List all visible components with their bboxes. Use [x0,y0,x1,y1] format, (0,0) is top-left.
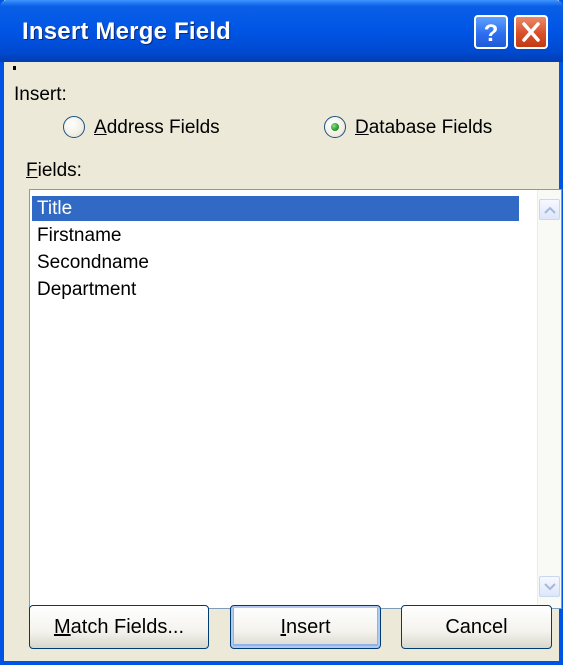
list-item-firstname[interactable]: Firstname [32,223,519,248]
radio-selected-dot [331,123,339,131]
address-fields-radio[interactable] [63,116,85,138]
fields-label: Fields: [26,160,82,182]
cancel-button[interactable]: Cancel [401,605,552,649]
insert-label-rest: nsert [286,615,331,638]
insert-label: Insert: [14,84,67,105]
arrow-down-icon [544,583,556,591]
fields-listbox[interactable]: Title Firstname Secondname Department [29,189,562,609]
question-mark-icon: ? [484,20,499,47]
insert-button[interactable]: Insert [230,605,381,649]
scroll-down-button[interactable] [539,576,560,597]
arrow-up-icon [544,206,556,214]
database-fields-label[interactable]: Database Fields [355,117,492,139]
fields-label-accel: F [26,160,38,181]
vertical-scrollbar[interactable] [537,190,561,608]
address-fields-label-rest: ddress Fields [106,117,220,138]
insert-merge-field-dialog: Insert Merge Field ? Insert: Address Fie… [0,0,563,665]
match-fields-label-rest: atch Fields... [70,615,185,638]
close-x-icon [522,22,540,42]
help-button[interactable]: ? [474,15,508,49]
scroll-up-button[interactable] [539,199,560,220]
title-bar[interactable]: Insert Merge Field ? [0,0,563,62]
list-item-secondname[interactable]: Secondname [32,250,519,275]
match-fields-button[interactable]: Match Fields... [29,605,209,649]
list-item-department[interactable]: Department [32,277,519,302]
list-item-title[interactable]: Title [32,196,519,221]
focus-dot [13,66,16,70]
fields-label-rest: ields: [37,160,82,181]
database-fields-radio[interactable] [324,116,346,138]
address-fields-label[interactable]: Address Fields [94,117,220,139]
database-fields-accel: D [355,117,369,138]
address-fields-accel: A [94,117,107,138]
database-fields-label-rest: atabase Fields [368,117,493,138]
match-fields-accel: M [53,615,71,638]
close-button[interactable] [514,15,548,49]
dialog-title: Insert Merge Field [22,18,231,45]
help-glyph: ? [484,20,499,47]
